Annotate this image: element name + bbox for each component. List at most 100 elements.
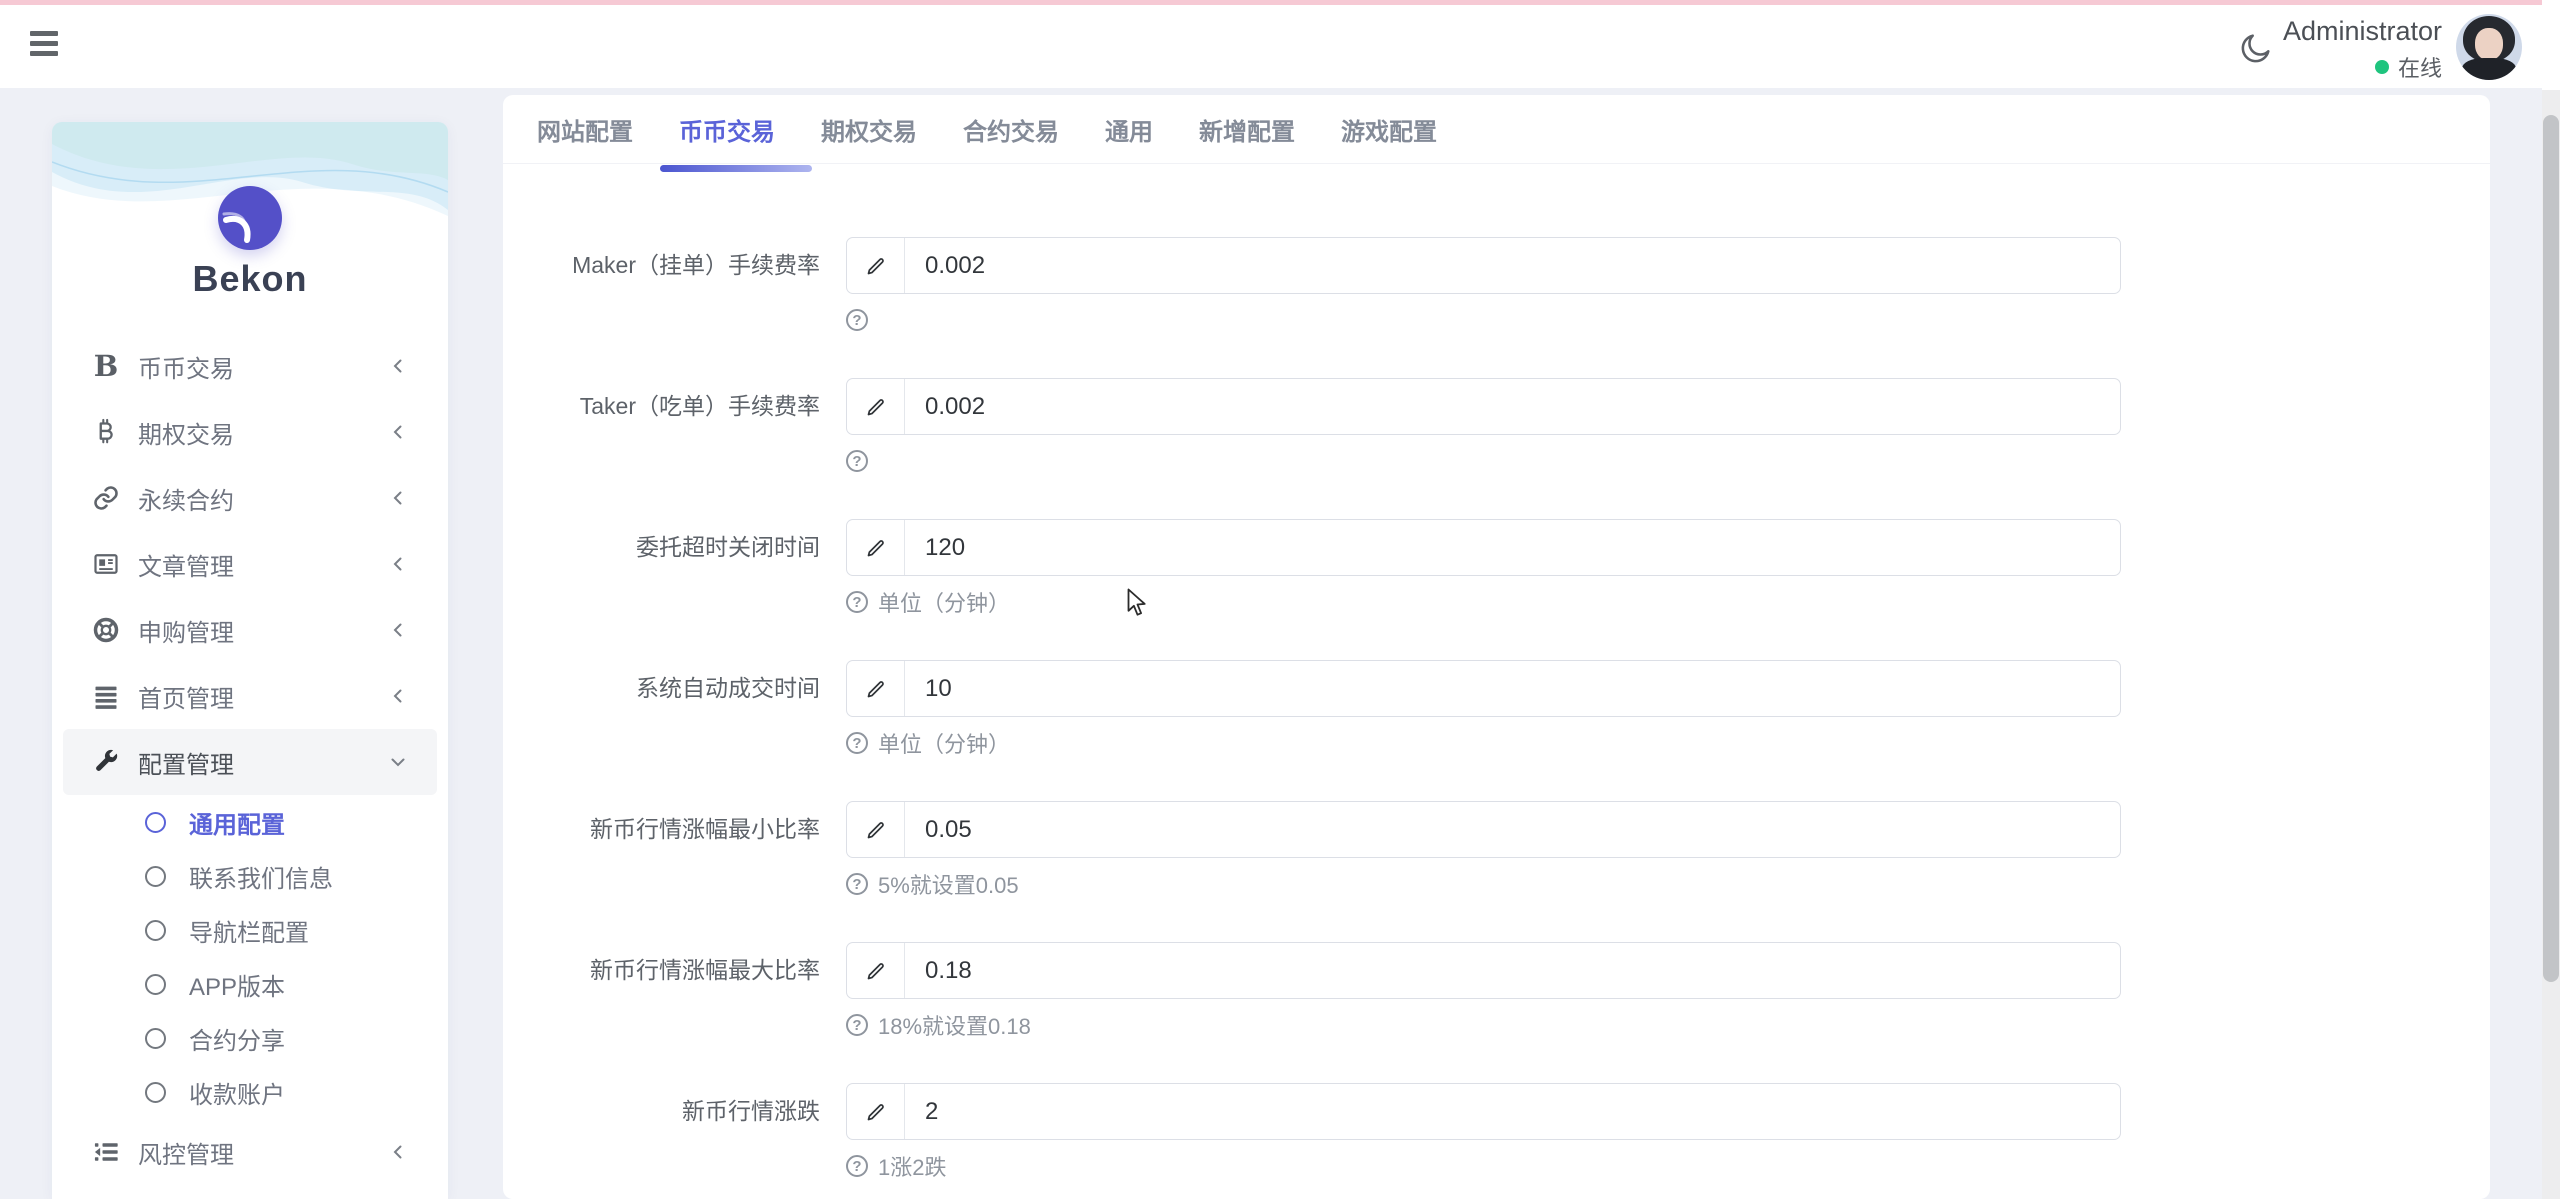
auto-deal-time-input[interactable] (905, 661, 2120, 716)
form-row-max-rise-ratio: 新币行情涨幅最大比率 ? 18%就设置0.18 (503, 942, 2490, 1037)
rise-fall-input[interactable] (905, 1084, 2120, 1139)
lifebuoy-icon (90, 614, 122, 646)
sidebar-menu: B 币币交易 期权交易 (52, 333, 448, 1185)
user-avatar[interactable] (2456, 14, 2522, 80)
sidebar-item-home-manage[interactable]: 首页管理 (63, 663, 437, 729)
scrollbar-track[interactable] (2542, 90, 2560, 1199)
field-label: 新币行情涨跌 (503, 1083, 820, 1140)
chain-link-icon (90, 482, 122, 514)
taker-fee-input-group (846, 378, 2121, 435)
field-label: 委托超时关闭时间 (503, 519, 820, 576)
question-circle-icon[interactable]: ? (846, 873, 868, 895)
user-menu[interactable]: Administrator 在线 (2283, 15, 2442, 83)
radio-circle-icon (145, 1028, 166, 1049)
content-card: 网站配置 币币交易 期权交易 合约交易 通用 新增配置 游戏配置 Maker（挂… (503, 95, 2490, 1199)
field-label: 新币行情涨幅最大比率 (503, 942, 820, 999)
form-row-min-rise-ratio: 新币行情涨幅最小比率 ? 5%就设置0.05 (503, 801, 2490, 896)
pencil-icon (847, 943, 905, 998)
sidebar-item-article-manage[interactable]: 文章管理 (63, 531, 437, 597)
admin-page: Administrator 在线 (0, 0, 2560, 1199)
pencil-icon (847, 1084, 905, 1139)
question-circle-icon[interactable]: ? (846, 309, 868, 331)
avatar-face (2475, 28, 2503, 60)
min-rise-ratio-input[interactable] (905, 802, 2120, 857)
question-circle-icon[interactable]: ? (846, 1014, 868, 1036)
chevron-down-icon (388, 752, 408, 772)
wrench-icon (90, 746, 122, 778)
tab-new-config[interactable]: 新增配置 (1199, 112, 1295, 147)
field-hint: 5%就设置0.05 (878, 868, 1019, 900)
user-status-label: 在线 (2398, 51, 2442, 83)
newspaper-icon (90, 548, 122, 580)
sidebar-item-risk-control[interactable]: 风控管理 (63, 1119, 437, 1185)
sidebar-subitem-general-config[interactable]: 通用配置 (52, 795, 448, 849)
field-label: 新币行情涨幅最小比率 (503, 801, 820, 858)
maker-fee-input-group (846, 237, 2121, 294)
hamburger-icon[interactable] (30, 27, 62, 59)
question-circle-icon[interactable]: ? (846, 732, 868, 754)
tab-contract-trade[interactable]: 合约交易 (963, 112, 1059, 147)
chevron-left-icon (388, 554, 408, 574)
brand-name: Bekon (52, 258, 448, 300)
topbar: Administrator 在线 (0, 0, 2560, 88)
online-dot-icon (2375, 60, 2389, 74)
tab-website-config[interactable]: 网站配置 (537, 112, 633, 147)
question-circle-icon[interactable]: ? (846, 1155, 868, 1177)
chevron-left-icon (388, 1142, 408, 1162)
pencil-icon (847, 661, 905, 716)
radio-circle-icon (145, 812, 166, 833)
top-progress-bar (0, 0, 2542, 5)
letter-b-icon: B (90, 350, 122, 382)
field-hint: 18%就设置0.18 (878, 1009, 1031, 1041)
max-rise-ratio-input[interactable] (905, 943, 2120, 998)
tab-game-config[interactable]: 游戏配置 (1341, 112, 1437, 147)
sidebar-subitem-payment-account[interactable]: 收款账户 (52, 1065, 448, 1119)
form-row-maker-fee: Maker（挂单）手续费率 ? (503, 237, 2490, 332)
maker-fee-input[interactable] (905, 238, 2120, 293)
sidebar-item-config-manage[interactable]: 配置管理 (63, 729, 437, 795)
tab-option-trade[interactable]: 期权交易 (821, 112, 917, 147)
field-hint: 单位（分钟） (878, 586, 1010, 618)
field-label: 系统自动成交时间 (503, 660, 820, 717)
form-row-taker-fee: Taker（吃单）手续费率 ? (503, 378, 2490, 473)
sidebar-subitem-contract-share[interactable]: 合约分享 (52, 1011, 448, 1065)
avatar-body (2462, 58, 2516, 80)
question-circle-icon[interactable]: ? (846, 450, 868, 472)
config-tabbar: 网站配置 币币交易 期权交易 合约交易 通用 新增配置 游戏配置 (503, 95, 2490, 164)
sidebar-subitem-navbar-config[interactable]: 导航栏配置 (52, 903, 448, 957)
scrollbar-thumb[interactable] (2543, 115, 2559, 982)
chevron-left-icon (388, 620, 408, 640)
user-name: Administrator (2283, 15, 2442, 47)
bekon-swirl-globe-icon (218, 186, 282, 250)
sidebar-subitem-contact-info[interactable]: 联系我们信息 (52, 849, 448, 903)
tab-coin-trade[interactable]: 币币交易 (679, 112, 775, 147)
min-rise-ratio-input-group (846, 801, 2121, 858)
form-row-order-timeout: 委托超时关闭时间 ? 单位（分钟） (503, 519, 2490, 614)
chevron-left-icon (388, 356, 408, 376)
pencil-icon (847, 379, 905, 434)
risk-control-icon (90, 1136, 122, 1168)
scrollbar-corner (2542, 0, 2560, 90)
question-circle-icon[interactable]: ? (846, 591, 868, 613)
radio-circle-icon (145, 974, 166, 995)
chevron-left-icon (388, 686, 408, 706)
sidebar-item-option-trade[interactable]: 期权交易 (63, 399, 437, 465)
field-hint: 单位（分钟） (878, 727, 1010, 759)
radio-circle-icon (145, 920, 166, 941)
radio-circle-icon (145, 866, 166, 887)
sidebar-item-perpetual-contract[interactable]: 永续合约 (63, 465, 437, 531)
pencil-icon (847, 238, 905, 293)
moon-icon[interactable] (2238, 30, 2274, 66)
sidebar-item-coin-trade[interactable]: B 币币交易 (63, 333, 437, 399)
list-icon (90, 680, 122, 712)
auto-deal-time-input-group (846, 660, 2121, 717)
bitcoin-icon (90, 416, 122, 448)
sidebar-subitem-app-version[interactable]: APP版本 (52, 957, 448, 1011)
sidebar-item-subscription-manage[interactable]: 申购管理 (63, 597, 437, 663)
taker-fee-input[interactable] (905, 379, 2120, 434)
tab-general[interactable]: 通用 (1105, 112, 1153, 147)
sidebar: Bekon B 币币交易 期权交易 (52, 122, 448, 1199)
order-timeout-input-group (846, 519, 2121, 576)
order-timeout-input[interactable] (905, 520, 2120, 575)
radio-circle-icon (145, 1082, 166, 1103)
